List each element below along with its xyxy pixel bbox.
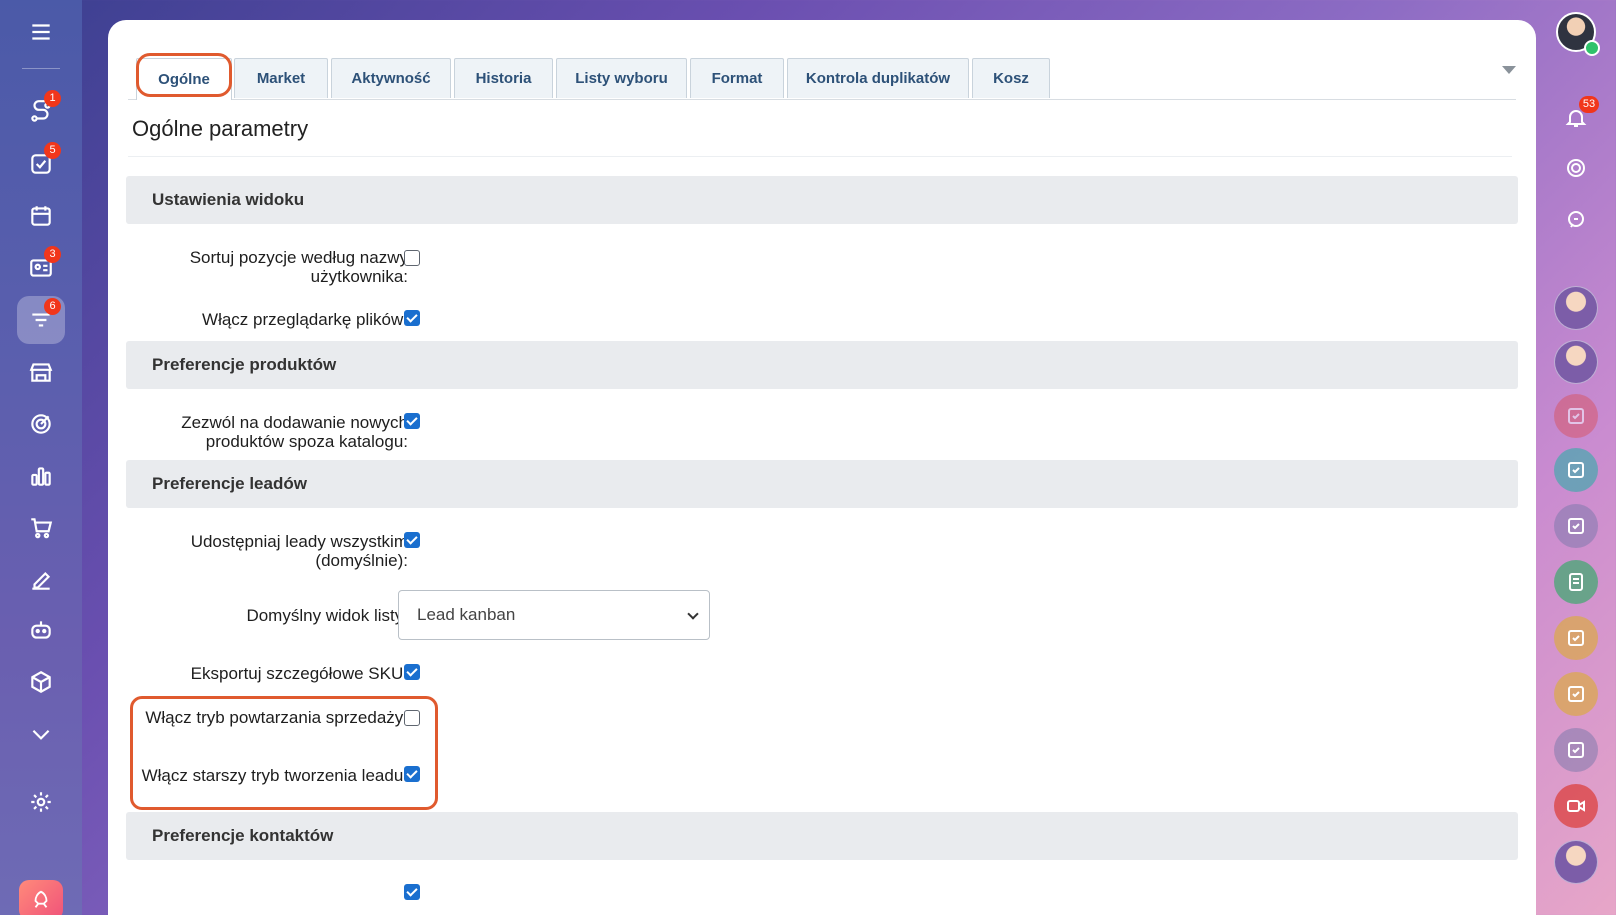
sort-by-name-checkbox[interactable] <box>404 250 420 266</box>
task-check-icon <box>1568 742 1584 758</box>
document-icon <box>1569 573 1583 591</box>
task-check-icon <box>1568 686 1584 702</box>
tab-listy-wyboru[interactable]: Listy wyboru <box>556 58 687 98</box>
contacts-badge: 3 <box>44 246 61 263</box>
task-check-icon <box>1568 518 1584 534</box>
chat-item-3[interactable] <box>1554 504 1598 548</box>
chat-search-icon <box>1568 211 1584 228</box>
highlight-frame <box>130 696 438 810</box>
chevron-down-icon <box>32 729 50 740</box>
notifications-badge: 53 <box>1579 96 1599 113</box>
video-call-button[interactable] <box>1554 784 1598 828</box>
sidebar-settings[interactable] <box>17 778 65 826</box>
allow-new-products-checkbox[interactable] <box>404 413 420 429</box>
crm-badge: 6 <box>44 298 61 315</box>
export-sku-checkbox[interactable] <box>404 664 420 680</box>
default-view-select[interactable]: Lead kanban <box>398 590 710 640</box>
tasks-badge: 5 <box>44 142 61 159</box>
calendar-icon <box>31 206 51 226</box>
page-title: Ogólne parametry <box>132 116 309 141</box>
default-view-label: Domyślny widok listy: <box>246 606 408 625</box>
sidebar-item-analytics[interactable] <box>17 452 65 500</box>
tabs-more-icon[interactable] <box>1502 66 1516 74</box>
chat-avatar-1[interactable] <box>1554 286 1598 330</box>
sidebar-item-copilot[interactable] <box>17 606 65 654</box>
robot-icon <box>31 621 51 639</box>
gear-icon <box>31 792 51 812</box>
section-header-products: Preferencje produktów <box>126 341 1518 389</box>
sidebar-item-contacts[interactable]: 3 <box>17 244 65 292</box>
menu-icon[interactable] <box>17 8 65 56</box>
chat-item-7[interactable] <box>1554 728 1598 772</box>
file-viewer-label: Włącz przeglądarkę plików: <box>202 310 408 329</box>
sidebar-item-tasks[interactable]: 5 <box>17 140 65 188</box>
video-camera-icon <box>1567 800 1585 812</box>
task-check-icon <box>1568 408 1584 424</box>
chat-item-2[interactable] <box>1554 448 1598 492</box>
sidebar-divider <box>22 68 60 69</box>
chat-avatar-3[interactable] <box>1554 840 1598 884</box>
section-header-leads: Preferencje leadów <box>126 460 1518 508</box>
sidebar-item-sign[interactable] <box>17 556 65 604</box>
export-sku-label: Eksportuj szczegółowe SKU: <box>190 664 408 683</box>
status-online-icon <box>1584 40 1600 56</box>
store-icon <box>29 363 53 382</box>
task-check-icon <box>1568 462 1584 478</box>
sidebar-item-store[interactable] <box>17 348 65 396</box>
cart-icon <box>31 518 53 539</box>
sidebar-more[interactable] <box>17 710 65 758</box>
contacts-first-checkbox[interactable] <box>404 884 420 900</box>
target-icon <box>1567 159 1585 177</box>
settings-panel: Ogólne Market Aktywność Historia Listy w… <box>108 20 1536 915</box>
share-leads-checkbox[interactable] <box>404 532 420 548</box>
sidebar-item-inventory[interactable] <box>17 658 65 706</box>
chat-search-button[interactable] <box>1554 198 1598 242</box>
left-sidebar: 1 5 3 6 <box>0 0 82 915</box>
sort-by-name-label: Sortuj pozycje według nazwy użytkownika: <box>189 248 408 286</box>
sales-badge: 1 <box>44 90 61 107</box>
section-header-contacts: Preferencje kontaktów <box>126 812 1518 860</box>
sidebar-item-calendar[interactable] <box>17 192 65 240</box>
tab-market[interactable]: Market <box>234 58 328 98</box>
sidebar-item-sales[interactable]: 1 <box>17 88 65 136</box>
target-icon <box>31 414 51 434</box>
tab-kosz[interactable]: Kosz <box>972 58 1050 98</box>
right-sidebar: 53 <box>1536 0 1616 915</box>
chat-avatar-2[interactable] <box>1554 340 1598 384</box>
default-view-value: Lead kanban <box>417 605 516 624</box>
share-leads-label: Udostępniaj leady wszystkim (domyślnie): <box>190 532 408 570</box>
task-check-icon <box>1568 630 1584 646</box>
tab-format[interactable]: Format <box>690 58 784 98</box>
chat-item-4[interactable] <box>1554 560 1598 604</box>
rocket-button[interactable] <box>19 880 63 915</box>
tab-aktywnosc[interactable]: Aktywność <box>331 58 451 98</box>
tab-kontrola-duplikatow[interactable]: Kontrola duplikatów <box>787 58 969 98</box>
allow-new-products-label: Zezwól na dodawanie nowych produktów spo… <box>181 413 408 451</box>
section-header-view: Ustawienia widoku <box>126 176 1518 224</box>
sidebar-item-crm[interactable]: 6 <box>17 296 65 344</box>
box-icon <box>31 671 51 693</box>
tab-historia[interactable]: Historia <box>454 58 553 98</box>
tab-highlight-frame <box>136 53 232 97</box>
goals-button[interactable] <box>1554 146 1598 190</box>
chevron-down-icon <box>687 608 699 620</box>
chat-item-5[interactable] <box>1554 616 1598 660</box>
pen-sign-icon <box>32 571 51 590</box>
sidebar-item-shop[interactable] <box>17 504 65 552</box>
title-divider <box>128 156 1512 157</box>
bar-chart-icon <box>31 467 51 486</box>
sidebar-item-goals[interactable] <box>17 400 65 448</box>
chat-item-1[interactable] <box>1554 394 1598 438</box>
file-viewer-checkbox[interactable] <box>404 310 420 326</box>
chat-item-6[interactable] <box>1554 672 1598 716</box>
rocket-icon <box>34 890 48 908</box>
